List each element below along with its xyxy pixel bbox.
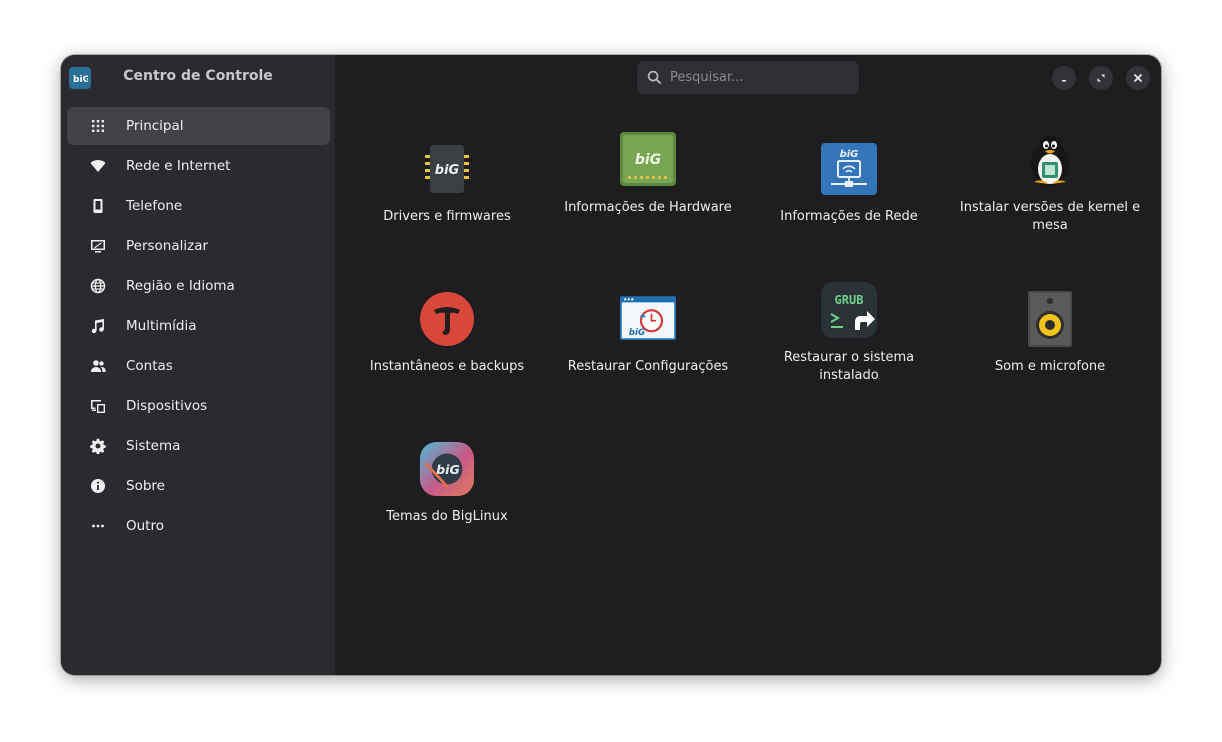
tile-label: Restaurar o sistema instalado bbox=[783, 350, 915, 383]
sidebar-item-principal[interactable]: Principal bbox=[67, 107, 330, 145]
more-icon bbox=[90, 518, 106, 534]
sidebar-item-label: Principal bbox=[126, 118, 184, 134]
tile-instantaneos-backups[interactable]: Instantâneos e backups bbox=[352, 285, 542, 405]
search-icon bbox=[647, 70, 662, 85]
sidebar-item-sobre[interactable]: Sobre bbox=[67, 467, 330, 505]
svg-text:GRUB: GRUB bbox=[835, 293, 864, 307]
info-icon bbox=[90, 478, 106, 494]
search-box[interactable] bbox=[637, 61, 859, 94]
themes-icon: biG bbox=[419, 441, 475, 497]
tile-label: Restaurar Configurações bbox=[567, 359, 729, 374]
phone-icon bbox=[90, 198, 106, 214]
sidebar-item-dispositivos[interactable]: Dispositivos bbox=[67, 387, 330, 425]
sidebar-item-regiao-idioma[interactable]: Região e Idioma bbox=[67, 267, 330, 305]
sidebar-item-sistema[interactable]: Sistema bbox=[67, 427, 330, 465]
tile-temas-biglinux[interactable]: biG Temas do BigLinux bbox=[352, 435, 542, 555]
network-info-icon: biG bbox=[821, 141, 877, 197]
minimize-icon bbox=[1062, 80, 1066, 82]
tile-label: Informações de Rede bbox=[780, 209, 918, 224]
grub-icon: GRUB bbox=[821, 282, 877, 338]
tile-informacoes-rede[interactable]: biG Informações de Rede bbox=[754, 135, 944, 255]
tile-restaurar-sistema[interactable]: GRUB Restaurar o sistema instalado bbox=[754, 282, 944, 405]
tile-label: Instantâneos e backups bbox=[369, 359, 525, 374]
restore-clock-icon: biG bbox=[620, 291, 676, 347]
sidebar-item-label: Sobre bbox=[126, 478, 165, 494]
tile-informacoes-hardware[interactable]: biG Informações de Hardware bbox=[553, 132, 743, 255]
tile-som-microfone[interactable]: Som e microfone bbox=[955, 285, 1145, 405]
globe-icon bbox=[90, 278, 106, 294]
svg-text:biG: biG bbox=[840, 149, 859, 160]
minimize-button[interactable] bbox=[1052, 66, 1076, 90]
sidebar-item-label: Sistema bbox=[126, 438, 181, 454]
sidebar-item-label: Contas bbox=[126, 358, 173, 374]
hardware-board-icon: biG bbox=[620, 132, 676, 188]
maximize-icon bbox=[1097, 74, 1105, 82]
tile-kernel-mesa[interactable]: Instalar versões de kernel e mesa bbox=[955, 135, 1145, 255]
tile-restaurar-configuracoes[interactable]: biG Restaurar Configurações bbox=[553, 285, 743, 405]
svg-text:biG: biG bbox=[435, 163, 460, 178]
svg-text:biG: biG bbox=[635, 152, 661, 168]
grid-icon bbox=[90, 118, 106, 134]
music-note-icon bbox=[90, 318, 106, 334]
sidebar-item-label: Multimídia bbox=[126, 318, 197, 334]
sidebar-item-outro[interactable]: Outro bbox=[67, 507, 330, 545]
sidebar: biG Centro de Controle Principal Rede e … bbox=[61, 55, 335, 675]
svg-text:biG: biG bbox=[629, 328, 645, 338]
control-center-window: biG Centro de Controle Principal Rede e … bbox=[61, 55, 1161, 675]
devices-icon bbox=[90, 398, 106, 414]
sidebar-item-label: Dispositivos bbox=[126, 398, 208, 414]
users-icon bbox=[90, 358, 106, 374]
svg-text:biG: biG bbox=[436, 462, 460, 477]
sidebar-item-label: Rede e Internet bbox=[126, 158, 231, 174]
tile-label: Temas do BigLinux bbox=[386, 509, 508, 524]
gear-icon bbox=[90, 438, 106, 454]
close-icon bbox=[1133, 73, 1143, 83]
sidebar-item-contas[interactable]: Contas bbox=[67, 347, 330, 385]
maximize-button[interactable] bbox=[1089, 66, 1113, 90]
sidebar-title: Centro de Controle bbox=[123, 68, 273, 84]
tile-label: Drivers e firmwares bbox=[383, 209, 511, 224]
search-input[interactable] bbox=[670, 70, 840, 85]
sidebar-item-multimidia[interactable]: Multimídia bbox=[67, 307, 330, 345]
close-button[interactable] bbox=[1126, 66, 1150, 90]
sidebar-item-label: Região e Idioma bbox=[126, 278, 235, 294]
sidebar-item-label: Personalizar bbox=[126, 238, 209, 254]
speaker-icon bbox=[1022, 291, 1078, 347]
sidebar-nav: Principal Rede e Internet Telefone Perso… bbox=[67, 107, 330, 547]
wifi-icon bbox=[90, 158, 106, 174]
timeshift-icon bbox=[419, 291, 475, 347]
sidebar-item-label: Outro bbox=[126, 518, 164, 534]
tile-label: Som e microfone bbox=[994, 359, 1106, 374]
tile-label: Instalar versões de kernel e mesa bbox=[959, 200, 1141, 233]
sidebar-item-telefone[interactable]: Telefone bbox=[67, 187, 330, 225]
chip-icon: biG bbox=[419, 141, 475, 197]
display-brush-icon bbox=[90, 238, 106, 254]
sidebar-item-label: Telefone bbox=[126, 198, 183, 214]
tile-drivers-firmwares[interactable]: biG Drivers e firmwares bbox=[352, 135, 542, 255]
sidebar-item-rede-internet[interactable]: Rede e Internet bbox=[67, 147, 330, 185]
tux-penguin-icon bbox=[1022, 132, 1078, 188]
sidebar-item-personalizar[interactable]: Personalizar bbox=[67, 227, 330, 265]
main-content: biG Drivers e firmwares biG Informações … bbox=[335, 55, 1161, 675]
tile-label: Informações de Hardware bbox=[564, 200, 732, 215]
